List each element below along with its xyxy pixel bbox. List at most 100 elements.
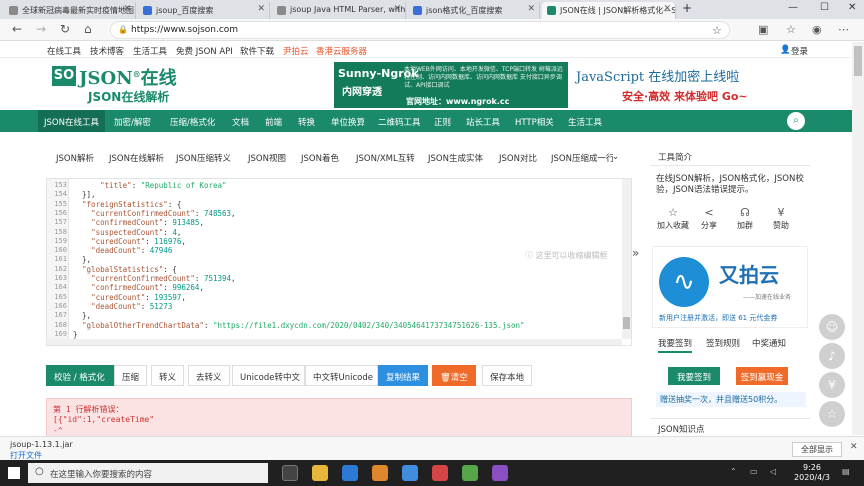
site-logo[interactable]: SO JSON®在线 JSON在线解析	[52, 64, 192, 104]
app-icon[interactable]	[372, 465, 388, 481]
subtab-json-online[interactable]: JSON在线解析	[109, 152, 164, 164]
nav-regex[interactable]: 正则	[434, 116, 451, 128]
float-yen-icon[interactable]: ¥	[819, 372, 845, 398]
maximize-icon[interactable]: ☐	[820, 2, 829, 13]
nav-life[interactable]: 生活工具	[568, 116, 602, 128]
browser-tab-1[interactable]: 全球新冠病毒最新实时疫情地图 ✕	[4, 2, 136, 19]
sponsor-action[interactable]: ¥ 赞助	[764, 206, 798, 231]
collections-icon[interactable]: ▣	[758, 23, 768, 36]
editor-horizontal-scrollbar[interactable]	[47, 339, 622, 345]
upyun-ad[interactable]: ∿ 又拍云 ——加速在线业务 新用户注册并激活，即送 61 元代金券	[652, 246, 808, 328]
edge-browser-icon[interactable]	[342, 465, 358, 481]
app-icon[interactable]	[462, 465, 478, 481]
editor-scroll-thumb[interactable]	[623, 317, 630, 329]
tab-sign-in[interactable]: 我要签到	[658, 337, 693, 353]
ngrok-ad-banner[interactable]: Sunny-Ngrok 内网穿透 本地WEB外网访问、本地开发微信、TCP端口转…	[334, 62, 568, 108]
nav-http[interactable]: HTTP相关	[515, 116, 554, 128]
minimize-icon[interactable]: —	[788, 2, 798, 13]
subtab-json-parse[interactable]: JSON解析	[56, 152, 94, 164]
subtab-json-color[interactable]: JSON着色	[301, 152, 339, 164]
tab-close-icon[interactable]: ✕	[663, 4, 671, 14]
nav-frontend[interactable]: 前端	[265, 116, 282, 128]
browser-tab-2[interactable]: jsoup_百度搜索 ✕	[138, 2, 270, 19]
task-view-icon[interactable]	[282, 465, 298, 481]
tab-close-icon[interactable]: ✕	[257, 4, 265, 14]
window-close-icon[interactable]: ✕	[848, 2, 856, 13]
page-scrollbar[interactable]	[852, 42, 864, 435]
sign-in-button[interactable]: 我要签到	[668, 367, 720, 385]
login-link[interactable]: 登录	[791, 45, 808, 57]
compress-button[interactable]: 压缩	[114, 365, 148, 386]
share-action[interactable]: < 分享	[692, 206, 726, 231]
nav-convert[interactable]: 转换	[298, 116, 315, 128]
escape-button[interactable]: 转义	[151, 365, 185, 386]
nav-webmaster[interactable]: 站长工具	[466, 116, 500, 128]
browser-tab-5[interactable]: JSON在线 | JSON解析格式化—S ✕	[542, 2, 676, 19]
subtab-json-compare[interactable]: JSON对比	[499, 152, 537, 164]
browser-tab-4[interactable]: json格式化_百度搜索 ✕	[408, 2, 540, 19]
subtab-json-view[interactable]: JSON视图	[248, 152, 286, 164]
topmenu-item-highlight[interactable]: 尹拍云	[283, 45, 309, 57]
subtab-json-compress[interactable]: JSON压缩转义	[176, 152, 231, 164]
tab-close-icon[interactable]: ✕	[393, 4, 401, 14]
taskbar-clock[interactable]: 9:26 2020/4/3	[794, 463, 830, 483]
nav-encrypt[interactable]: 加密/解密	[114, 116, 151, 128]
tab-prize-notice[interactable]: 中奖通知	[752, 337, 786, 349]
taskbar-search-input[interactable]: ○ 在这里输入你要搜索的内容	[28, 463, 268, 483]
page-scroll-thumb[interactable]	[854, 46, 862, 76]
join-group-action[interactable]: ☊ 加群	[728, 206, 762, 231]
network-icon[interactable]: ▭	[750, 467, 758, 476]
new-tab-button[interactable]: +	[682, 1, 692, 15]
float-chat-icon[interactable]: ☺	[819, 314, 845, 340]
nav-qrcode[interactable]: 二维码工具	[378, 116, 421, 128]
cn-to-unicode-button[interactable]: 中文转Unicode	[305, 365, 378, 386]
topmenu-item[interactable]: 生活工具	[133, 45, 167, 57]
home-icon[interactable]: ⌂	[84, 22, 92, 36]
topmenu-item[interactable]: 免费 JSON API	[176, 45, 233, 57]
nav-docs[interactable]: 文档	[232, 116, 249, 128]
editor-vertical-scrollbar[interactable]	[622, 179, 631, 339]
profile-icon[interactable]: ◉	[812, 23, 822, 36]
search-icon[interactable]: ⌕	[787, 112, 805, 130]
tray-arrow-icon[interactable]: ⌃	[730, 467, 737, 476]
nav-units[interactable]: 单位换算	[331, 116, 365, 128]
subtab-json-entity[interactable]: JSON生成实体	[428, 152, 483, 164]
forward-icon[interactable]: →	[36, 22, 46, 36]
menu-icon[interactable]: ⋯	[838, 23, 849, 36]
file-explorer-icon[interactable]	[312, 465, 328, 481]
windows-start-icon[interactable]	[8, 467, 20, 479]
unescape-button[interactable]: 去转义	[188, 365, 230, 386]
tab-close-icon[interactable]: ✕	[123, 4, 131, 14]
tab-sign-rules[interactable]: 签到规则	[706, 337, 740, 349]
subtab-json-xml[interactable]: JSON/XML互转	[356, 152, 415, 164]
app-icon[interactable]	[492, 465, 508, 481]
app-icon[interactable]	[402, 465, 418, 481]
url-input[interactable]: 🔒 https://www.sojson.com	[110, 21, 730, 39]
topmenu-item-highlight[interactable]: 香港云服务器	[316, 45, 367, 57]
notification-icon[interactable]: ▤	[842, 467, 850, 476]
nav-format[interactable]: 压缩/格式化	[170, 116, 215, 128]
favorites-icon[interactable]: ☆	[786, 23, 796, 36]
save-local-button[interactable]: 保存本地	[482, 365, 533, 386]
nav-json-tools[interactable]: JSON在线工具	[38, 110, 105, 132]
back-icon[interactable]: ←	[12, 22, 22, 36]
tab-close-icon[interactable]: ✕	[527, 4, 535, 14]
clear-button[interactable]: 🗑清空	[432, 365, 476, 386]
volume-icon[interactable]: ◁	[770, 467, 776, 476]
refresh-icon[interactable]: ↻	[60, 22, 70, 36]
show-all-downloads-button[interactable]: 全部显示	[792, 442, 842, 457]
app-icon[interactable]	[432, 465, 448, 481]
browser-tab-3[interactable]: jsoup Java HTML Parser, with the✕	[272, 2, 406, 19]
js-encrypt-ad-banner[interactable]: JavaScript 在线加密上线啦 安全·高效 来体验吧 Go~	[574, 62, 800, 108]
topmenu-item[interactable]: 在线工具	[47, 45, 81, 57]
topmenu-item[interactable]: 软件下载	[240, 45, 274, 57]
format-button[interactable]: 校验 / 格式化	[46, 365, 114, 386]
favorite-star-icon[interactable]: ☆	[712, 24, 722, 37]
cash-draw-button[interactable]: 签到赢现金	[736, 367, 788, 385]
download-bar-close-icon[interactable]: ✕	[850, 442, 858, 452]
json-knowledge-title[interactable]: JSON知识点	[650, 418, 810, 436]
chevron-down-icon[interactable]: ⌄	[612, 152, 619, 162]
copy-result-button[interactable]: 复制结果	[378, 365, 429, 386]
json-editor[interactable]: 153 154 155 156 157 158 159 160 161 162 163 164 165 1…	[46, 178, 632, 346]
subtab-json-oneline[interactable]: JSON压缩成一行	[551, 152, 613, 164]
